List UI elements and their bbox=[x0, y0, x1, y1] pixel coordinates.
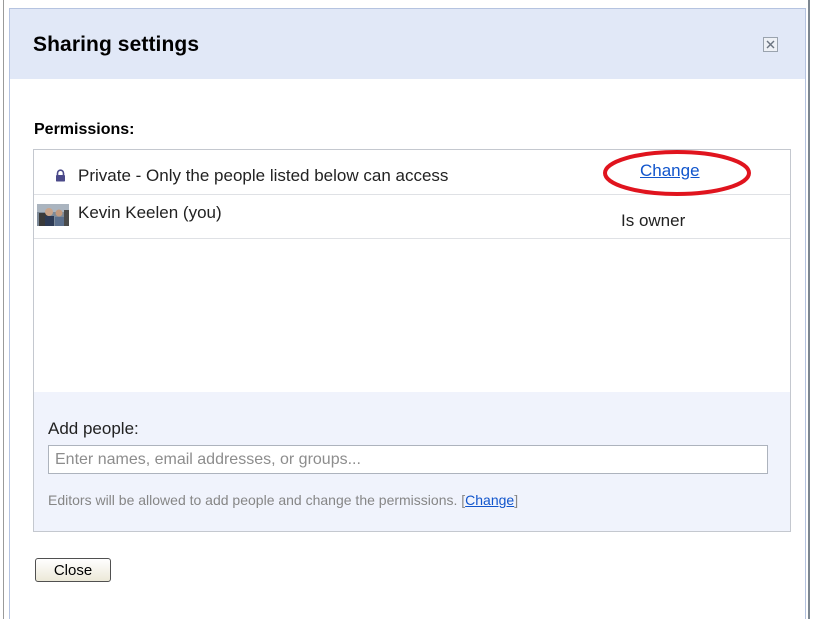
visibility-row: Private - Only the people listed below c… bbox=[34, 150, 790, 196]
lock-icon bbox=[56, 169, 65, 182]
close-x-icon[interactable] bbox=[763, 37, 778, 52]
dialog-titlebar: Sharing settings bbox=[10, 9, 805, 79]
close-x-glyph bbox=[766, 40, 775, 49]
owner-row: Kevin Keelen (you) Is owner bbox=[34, 195, 790, 239]
editors-note: Editors will be allowed to add people an… bbox=[48, 492, 518, 508]
add-people-label: Add people: bbox=[48, 419, 139, 438]
avatar bbox=[37, 204, 69, 226]
close-button[interactable]: Close bbox=[35, 558, 111, 582]
change-visibility-link[interactable]: Change bbox=[640, 161, 700, 181]
note-bracket-close: ] bbox=[514, 492, 519, 508]
window-edge-left bbox=[3, 0, 4, 619]
add-people-panel: Add people: Editors will be allowed to a… bbox=[34, 392, 790, 531]
screenshot-page: Sharing settings Permissions: Private - … bbox=[0, 0, 815, 619]
permissions-list: Private - Only the people listed below c… bbox=[33, 149, 791, 532]
visibility-text: Private - Only the people listed below c… bbox=[78, 166, 449, 185]
window-edge-right bbox=[808, 0, 810, 619]
permissions-heading: Permissions: bbox=[34, 121, 135, 138]
add-people-input[interactable] bbox=[48, 445, 768, 474]
owner-role: Is owner bbox=[621, 211, 686, 230]
editors-note-text: Editors will be allowed to add people an… bbox=[48, 492, 458, 508]
editors-change-link[interactable]: Change bbox=[465, 492, 514, 508]
dialog-title: Sharing settings bbox=[33, 33, 200, 56]
owner-name: Kevin Keelen (you) bbox=[78, 203, 222, 222]
sharing-settings-dialog: Sharing settings Permissions: Private - … bbox=[9, 8, 806, 619]
